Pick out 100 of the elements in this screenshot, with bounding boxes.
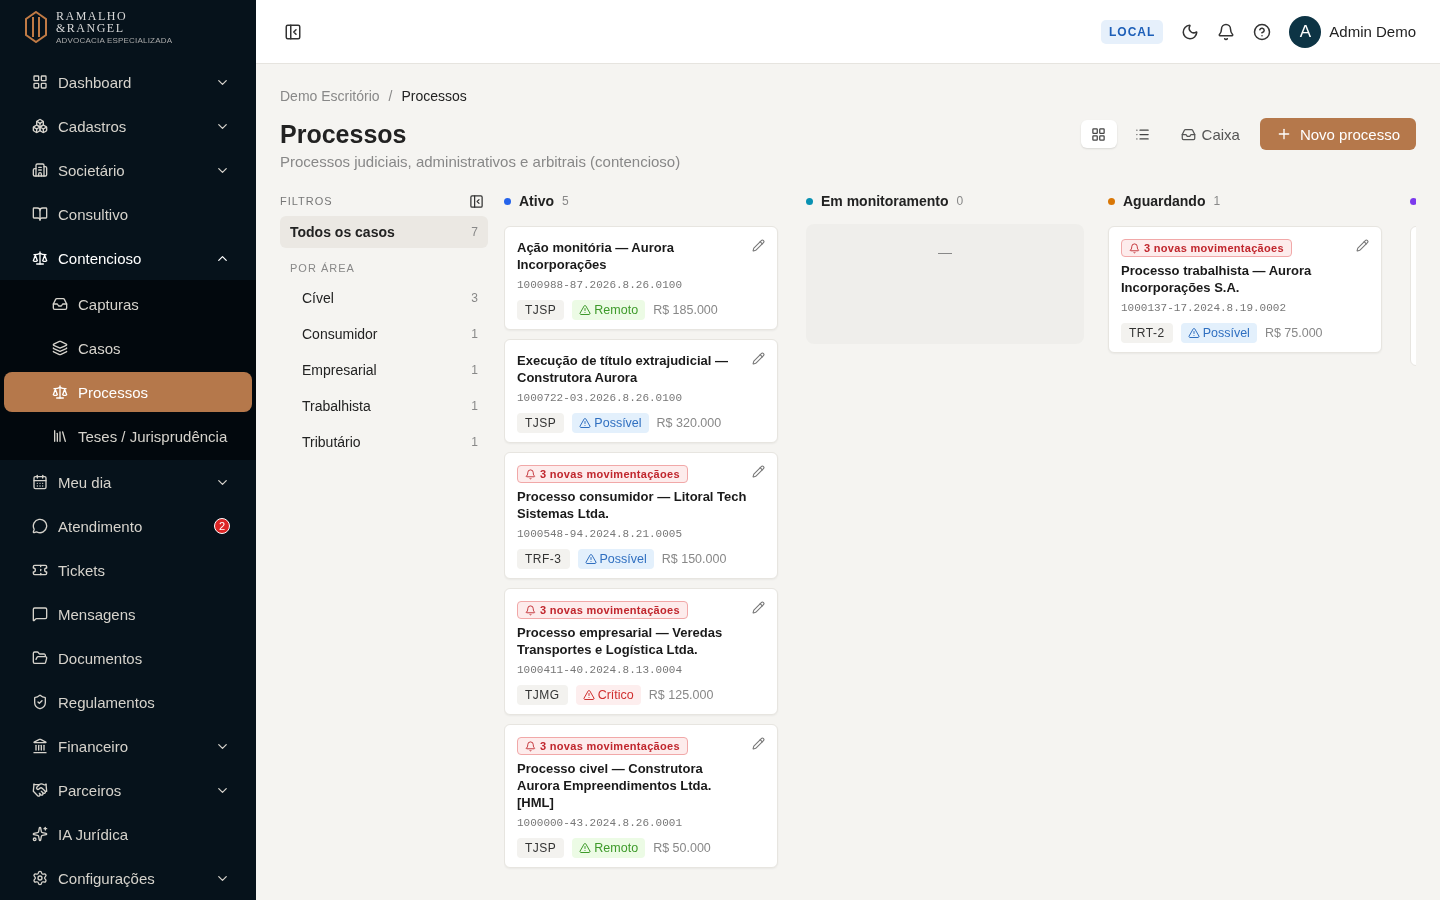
filter-label: Cível xyxy=(302,290,334,306)
book-icon xyxy=(32,206,48,222)
scale-icon xyxy=(32,250,48,266)
sidebar-item[interactable]: Meu dia xyxy=(4,460,252,504)
sidebar-item[interactable]: Parceiros xyxy=(4,768,252,812)
filter-item[interactable]: Trabalhista 1 xyxy=(280,390,488,422)
edit-button[interactable] xyxy=(750,350,767,367)
sidebar-item[interactable]: Configurações xyxy=(4,856,252,900)
filter-label: Tributário xyxy=(302,434,361,450)
risk-tag: Remoto xyxy=(572,300,646,320)
risk-tag: Remoto xyxy=(572,838,646,858)
bell-icon xyxy=(525,604,536,616)
filter-label: Trabalhista xyxy=(302,398,371,414)
edit-button[interactable] xyxy=(1354,237,1371,254)
edit-button[interactable] xyxy=(750,237,767,254)
sidebar-subitem[interactable]: Processos xyxy=(4,372,252,412)
court-tag: TRF-3 xyxy=(517,549,570,569)
case-number: 1000722-03.2026.8.26.0100 xyxy=(517,392,684,404)
edit-button[interactable] xyxy=(750,599,767,616)
sidebar-item[interactable]: Cadastros xyxy=(4,104,252,148)
warning-icon xyxy=(582,689,595,701)
filter-item[interactable]: Tributário 1 xyxy=(280,426,488,458)
grid-view-button[interactable] xyxy=(1080,120,1117,148)
column-title: Em monitoramento xyxy=(821,193,949,209)
column-count: 1 xyxy=(1213,194,1221,208)
user-name[interactable]: Admin Demo xyxy=(1329,23,1416,40)
inbox-button[interactable]: Caixa xyxy=(1168,119,1252,149)
alert-badge: 3 novas movimentaçãoes xyxy=(517,601,688,619)
case-card[interactable]: 3 novas movimentaçãoes Processo trabalhista — Aurora Incorporações S.A. 1000137-17.2024.8.19.0002 TRT-2 Possível R$ 75.000 xyxy=(1108,226,1382,353)
sidebar-item[interactable]: Atendimento 2 xyxy=(4,504,252,548)
filter-count: 1 xyxy=(471,327,478,341)
page-subtitle: Processos judiciais, administrativos e arbitrais (contencioso) xyxy=(280,153,682,170)
user-avatar[interactable]: A xyxy=(1289,15,1322,48)
count-badge: 2 xyxy=(214,518,230,534)
court-tag: TRT-2 xyxy=(1121,323,1173,343)
filter-label: Todos os casos xyxy=(290,224,395,240)
warning-icon xyxy=(584,553,597,565)
environment-badge: LOCAL xyxy=(1100,19,1164,44)
alert-badge: 3 novas movimentaçãoes xyxy=(1121,239,1292,257)
sidebar-item[interactable]: Regulamentos xyxy=(4,680,252,724)
case-value: R$ 75.000 xyxy=(1264,326,1323,340)
case-card[interactable]: Execução de título extrajudicial — Construtora Aurora 1000722-03.2026.8.26.0100 TJSP Possível R$ 320.000 xyxy=(504,339,778,443)
case-title: Execução de título extrajudicial — Construtora Aurora xyxy=(517,352,729,386)
empty-text: — xyxy=(938,244,952,262)
filter-count: 7 xyxy=(471,225,478,239)
bell-icon xyxy=(1129,242,1140,254)
filter-item[interactable]: Todos os casos 7 xyxy=(280,216,488,248)
column-title: Ativo xyxy=(519,193,554,209)
court-tag: TJMG xyxy=(517,685,568,705)
filter-item[interactable]: Cível 3 xyxy=(280,282,488,314)
filter-item[interactable]: Consumidor 1 xyxy=(280,318,488,350)
case-value: R$ 125.000 xyxy=(648,688,714,702)
filter-item[interactable]: Empresarial 1 xyxy=(280,354,488,386)
case-number: 1000137-17.2024.8.19.0002 xyxy=(1121,302,1288,314)
sidebar-item[interactable]: IA Jurídica xyxy=(4,812,252,856)
message-icon xyxy=(32,606,48,622)
logo-text: RAMALHO xyxy=(56,9,129,22)
sidebar-subitem[interactable]: Capturas xyxy=(4,284,252,324)
case-title: Processo civel — Construtora Aurora Empreendimentos Ltda. [HML] xyxy=(517,760,713,811)
warning-icon xyxy=(579,842,592,854)
sidebar-item[interactable]: Consultivo xyxy=(4,192,252,236)
sidebar-subitem[interactable]: Casos xyxy=(4,328,252,368)
sidebar-item[interactable]: Tickets xyxy=(4,548,252,592)
sidebar-item[interactable]: Financeiro xyxy=(4,724,252,768)
breadcrumb-link[interactable]: Processos xyxy=(401,88,467,104)
risk-tag: Crítico xyxy=(575,685,641,705)
case-card[interactable]: Ação monitória — Aurora Incorporações 1000988-87.2026.8.26.0100 TJSP Remoto R$ 185.000 xyxy=(504,226,778,330)
case-card[interactable]: 3 novas movimentaçãoes Processo empresarial — Veredas Transportes e Logística Ltda. 1000411-40.2024.8.13.0004 TJMG Crítico R$ 125.000 xyxy=(504,588,778,715)
alert-badge: 3 novas movimentaçãoes xyxy=(517,465,688,483)
risk-tag: Possível xyxy=(577,549,654,569)
sidebar-item[interactable]: Documentos xyxy=(4,636,252,680)
boxes-icon xyxy=(32,118,48,134)
sidebar-item[interactable]: Societário xyxy=(4,148,252,192)
alert-badge: 3 novas movimentaçãoes xyxy=(517,737,688,755)
bell-icon xyxy=(525,468,536,480)
scale-icon xyxy=(52,384,68,400)
column-title: Aguardando xyxy=(1123,193,1206,209)
filter-count: 3 xyxy=(471,291,478,305)
sidebar-item[interactable]: Dashboard xyxy=(4,60,252,104)
case-title: Ação monitória — Aurora Incorporações xyxy=(517,239,675,273)
logo-tagline: ADVOCACIA ESPECIALIZADA xyxy=(56,36,173,45)
case-title: Processo trabalhista — Aurora Incorporações S.A. xyxy=(1121,262,1313,296)
sparkles-icon xyxy=(32,826,48,842)
case-value: R$ 150.000 xyxy=(661,552,727,566)
settings-icon xyxy=(32,870,48,886)
case-card[interactable]: 3 novas movimentaçãoes Processo consumidor — Litoral Tech Sistemas Ltda. 1000548-94.2024.8.21.0005 TRF-3 Possível R$ 150.000 xyxy=(504,452,778,579)
edit-button[interactable] xyxy=(750,463,767,480)
sidebar-item[interactable]: Contencioso xyxy=(4,236,252,280)
case-card[interactable]: 3 novas movimentaçãoes Processo civel — Construtora Aurora Empreendimentos Ltda. [HML] 1000000-43.2024.8.26.0001 TJSP Remoto R$ 50.000 xyxy=(504,724,778,868)
grid-icon xyxy=(1091,126,1107,142)
court-tag: TJSP xyxy=(517,300,565,320)
new-process-button[interactable]: Novo processo xyxy=(1259,118,1416,150)
case-title: Processo consumidor — Litoral Tech Sistemas Ltda. xyxy=(517,488,747,522)
filter-count: 1 xyxy=(471,399,478,413)
case-number: 1000000-43.2024.8.26.0001 xyxy=(517,817,684,829)
sidebar-item[interactable]: Mensagens xyxy=(4,592,252,636)
sidebar-subitem[interactable]: Teses / Jurisprudência xyxy=(4,416,252,456)
calendar-icon xyxy=(32,474,48,490)
case-value: R$ 320.000 xyxy=(656,416,722,430)
edit-button[interactable] xyxy=(750,735,767,752)
